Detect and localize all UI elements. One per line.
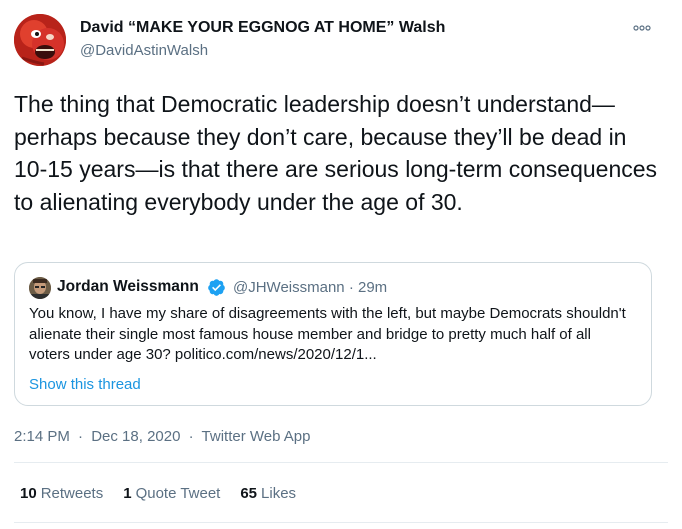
quote-tweets-label: Quote Tweet bbox=[135, 485, 221, 502]
tweet-stats: 10 Retweets 1 Quote Tweet 65 Likes bbox=[20, 485, 316, 502]
quote-tweets-count: 1 bbox=[123, 485, 132, 502]
tweet-timestamp: 2:14 PM · Dec 18, 2020 · Twitter Web App bbox=[14, 428, 310, 445]
meta-separator: · bbox=[348, 279, 354, 296]
retweets-stat[interactable]: 10 Retweets bbox=[20, 485, 103, 502]
quote-tweets-stat[interactable]: 1 Quote Tweet bbox=[123, 485, 220, 502]
author-name[interactable]: David “MAKE YOUR EGGNOG AT HOME” Walsh bbox=[80, 19, 445, 37]
author-avatar[interactable] bbox=[14, 14, 66, 66]
quoted-meta: @JHWeissmann · 29m bbox=[233, 279, 387, 296]
tweet-client[interactable]: Twitter Web App bbox=[202, 428, 311, 445]
retweets-label: Retweets bbox=[40, 485, 104, 502]
client-separator: · bbox=[188, 428, 194, 445]
likes-count: 65 bbox=[240, 485, 258, 502]
tweet-time[interactable]: 2:14 PM bbox=[14, 428, 70, 445]
quoted-tweet-age[interactable]: 29m bbox=[358, 279, 387, 296]
divider bbox=[14, 522, 668, 523]
tweet-text: The thing that Democratic leadership doe… bbox=[14, 91, 658, 215]
retweets-count: 10 bbox=[20, 485, 37, 502]
avatar-image bbox=[14, 14, 66, 66]
more-options-button[interactable] bbox=[628, 18, 656, 38]
divider bbox=[14, 462, 668, 463]
likes-label: Likes bbox=[261, 485, 297, 502]
show-thread-link[interactable]: Show this thread bbox=[29, 376, 141, 393]
quoted-author-avatar[interactable] bbox=[29, 277, 51, 299]
quoted-tweet-card[interactable]: Jordan Weissmann @JHWeissmann · 29m You … bbox=[14, 262, 652, 406]
quoted-author-handle[interactable]: @JHWeissmann bbox=[233, 279, 345, 296]
timestamp-separator: · bbox=[78, 428, 84, 445]
quoted-avatar-image bbox=[29, 277, 51, 299]
likes-stat[interactable]: 65 Likes bbox=[240, 485, 296, 502]
tweet-date[interactable]: Dec 18, 2020 bbox=[91, 428, 180, 445]
tweet: David “MAKE YOUR EGGNOG AT HOME” Walsh @… bbox=[0, 0, 682, 529]
verified-badge-icon bbox=[207, 278, 226, 297]
more-horizontal-icon bbox=[633, 25, 651, 31]
author-handle[interactable]: @DavidAstinWalsh bbox=[80, 42, 208, 59]
quoted-tweet-text: You know, I have my share of disagreemen… bbox=[29, 305, 626, 363]
quoted-author-name[interactable]: Jordan Weissmann bbox=[57, 278, 199, 296]
